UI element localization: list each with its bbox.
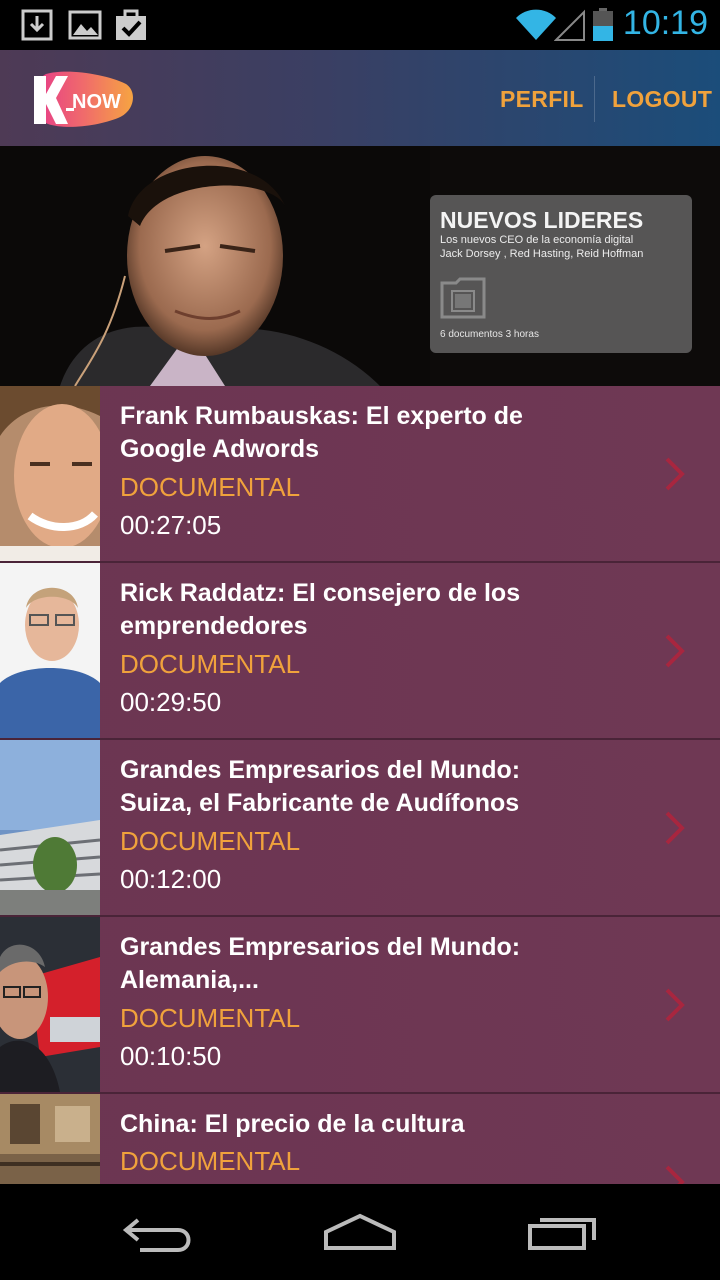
svg-text:NOW: NOW — [72, 91, 121, 113]
app-header: NOW PERFIL LOGOUT — [0, 50, 720, 146]
item-duration: 00:29:50 — [120, 687, 222, 717]
featured-subtitle: Los nuevos CEO de la economía digital Ja… — [440, 233, 688, 261]
featured-subtitle-line-1: Los nuevos CEO de la economía digital — [440, 234, 634, 246]
back-icon[interactable] — [120, 1210, 200, 1254]
item-title: Rick Raddatz: El consejero de los empren… — [120, 579, 521, 640]
thumbnail-image — [0, 917, 100, 1092]
film-folder-icon — [440, 277, 486, 319]
signal-icon — [554, 9, 585, 41]
item-title: Frank Rumbauskas: El experto de Google A… — [120, 402, 523, 463]
item-category: DOCUMENTAL — [120, 472, 301, 502]
item-duration: 00:27:05 — [120, 510, 222, 540]
item-title: China: El precio de la cultura — [120, 1110, 465, 1138]
chevron-right-icon — [665, 1165, 685, 1184]
image-icon — [68, 10, 102, 40]
nav-divider — [594, 76, 595, 122]
list-item[interactable]: Grandes Empresarios del Mundo: Alemania,… — [0, 917, 720, 1094]
item-title: Grandes Empresarios del Mundo: Alemania,… — [120, 933, 521, 994]
status-time: 10:19 — [622, 4, 708, 42]
item-category: DOCUMENTAL — [120, 1146, 301, 1176]
item-category: DOCUMENTAL — [120, 1003, 301, 1033]
app-logo[interactable]: NOW — [26, 70, 136, 130]
list-item[interactable]: Rick Raddatz: El consejero de los empren… — [0, 563, 720, 740]
system-nav-bar — [0, 1184, 720, 1280]
item-title: Grandes Empresarios del Mundo: Suiza, el… — [120, 756, 521, 817]
item-duration: 00:10:50 — [120, 1041, 222, 1071]
chevron-right-icon — [665, 811, 685, 845]
featured-meta: 6 documentos 3 horas — [440, 329, 539, 340]
task-icon — [116, 9, 146, 40]
battery-icon — [593, 8, 613, 41]
featured-subtitle-line-2: Jack Dorsey , Red Hasting, Reid Hoffman — [440, 248, 644, 260]
featured-photo — [0, 146, 430, 386]
item-category: DOCUMENTAL — [120, 649, 301, 679]
home-icon[interactable] — [320, 1210, 400, 1254]
thumbnail-image — [0, 740, 100, 915]
list-item[interactable]: Grandes Empresarios del Mundo: Suiza, el… — [0, 740, 720, 917]
logout-link[interactable]: LOGOUT — [612, 86, 712, 113]
thumbnail-image — [0, 1094, 100, 1184]
featured-card[interactable]: NUEVOS LIDERES Los nuevos CEO de la econ… — [430, 195, 692, 353]
list-item[interactable]: Frank Rumbauskas: El experto de Google A… — [0, 386, 720, 563]
documentary-list: Frank Rumbauskas: El experto de Google A… — [0, 386, 720, 1184]
chevron-right-icon — [665, 988, 685, 1022]
thumbnail-image — [0, 563, 100, 738]
item-category: DOCUMENTAL — [120, 826, 301, 856]
item-duration: 00:12:00 — [120, 864, 222, 894]
download-icon — [21, 9, 53, 41]
chevron-right-icon — [665, 457, 685, 491]
list-item[interactable]: China: El precio de la cultura DOCUMENTA… — [0, 1094, 720, 1184]
featured-title: NUEVOS LIDERES — [440, 207, 644, 233]
recent-apps-icon[interactable] — [524, 1210, 604, 1254]
chevron-right-icon — [665, 634, 685, 668]
featured-banner[interactable]: NUEVOS LIDERES Los nuevos CEO de la econ… — [0, 146, 720, 386]
wifi-icon — [516, 9, 556, 40]
thumbnail-image — [0, 386, 100, 561]
profile-link[interactable]: PERFIL — [500, 86, 584, 113]
status-bar: 10:19 — [0, 0, 720, 50]
